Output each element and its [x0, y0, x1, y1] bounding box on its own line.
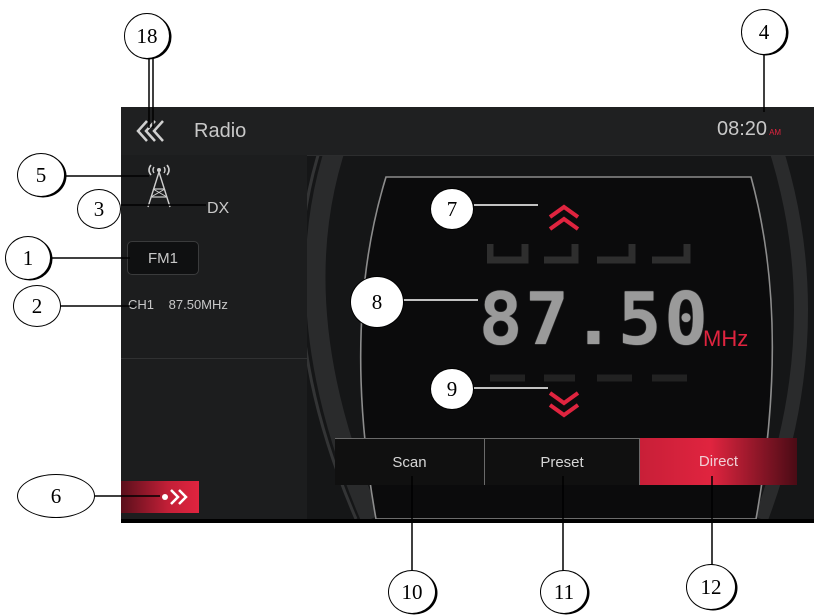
clock-ampm: AM: [769, 128, 782, 137]
tune-down-button[interactable]: [546, 389, 582, 419]
ghost-digits-top: [486, 242, 697, 270]
callout-5: 5: [17, 153, 65, 197]
ghost-digits-bottom: [487, 374, 697, 390]
arrow-right-icon: [162, 489, 188, 505]
left-panel: DX FM1 CH1 87.50MHz: [121, 155, 307, 519]
channel-frequency: 87.50MHz: [168, 297, 228, 312]
direct-label: Direct: [698, 453, 739, 470]
chevron-down-icon: [548, 391, 580, 418]
frequency-display: 87.50: [479, 277, 711, 361]
direct-button[interactable]: Direct: [640, 438, 797, 485]
callout-2: 2: [13, 285, 61, 327]
tab-bar: Scan Preset Direct: [335, 438, 797, 485]
band-button[interactable]: FM1: [127, 241, 199, 275]
double-chevron-left-icon: [136, 120, 164, 142]
scan-label: Scan: [392, 453, 427, 471]
channel-label: CH1: [128, 297, 155, 312]
frequency-unit: MHz: [703, 326, 749, 351]
callout-4: 4: [741, 9, 787, 55]
radio-screen: Radio 08:20 AM DX FM1 CH1 87.50MHz 87.50…: [121, 107, 814, 519]
dx-label: DX: [207, 200, 230, 217]
callout-9: 9: [430, 368, 474, 410]
preset-button[interactable]: Preset: [485, 438, 640, 485]
callout-18: 18: [124, 13, 170, 59]
callout-7: 7: [430, 188, 474, 230]
callout-1: 1: [5, 236, 51, 280]
band-label: FM1: [148, 249, 178, 267]
menu-button[interactable]: [121, 481, 199, 513]
callout-3: 3: [77, 189, 121, 229]
back-button[interactable]: [133, 115, 169, 147]
scan-button[interactable]: Scan: [335, 438, 485, 485]
callout-10: 10: [388, 570, 436, 614]
page-title: Radio: [194, 120, 247, 142]
top-bar: Radio 08:20 AM: [121, 107, 814, 156]
clock-time: 08:20: [717, 118, 768, 140]
left-divider: [121, 358, 307, 359]
callout-12: 12: [686, 564, 736, 610]
antenna-tower-icon: [147, 164, 171, 208]
clock: 08:20 AM: [717, 118, 781, 141]
callout-8: 8: [350, 276, 404, 328]
preset-label: Preset: [540, 453, 584, 471]
callout-6: 6: [17, 474, 95, 518]
bottom-rule: [121, 519, 814, 523]
callout-11: 11: [540, 570, 588, 614]
chevron-up-icon: [548, 204, 580, 231]
channel-info[interactable]: CH1 87.50MHz: [128, 297, 228, 312]
tune-up-button[interactable]: [546, 203, 582, 233]
